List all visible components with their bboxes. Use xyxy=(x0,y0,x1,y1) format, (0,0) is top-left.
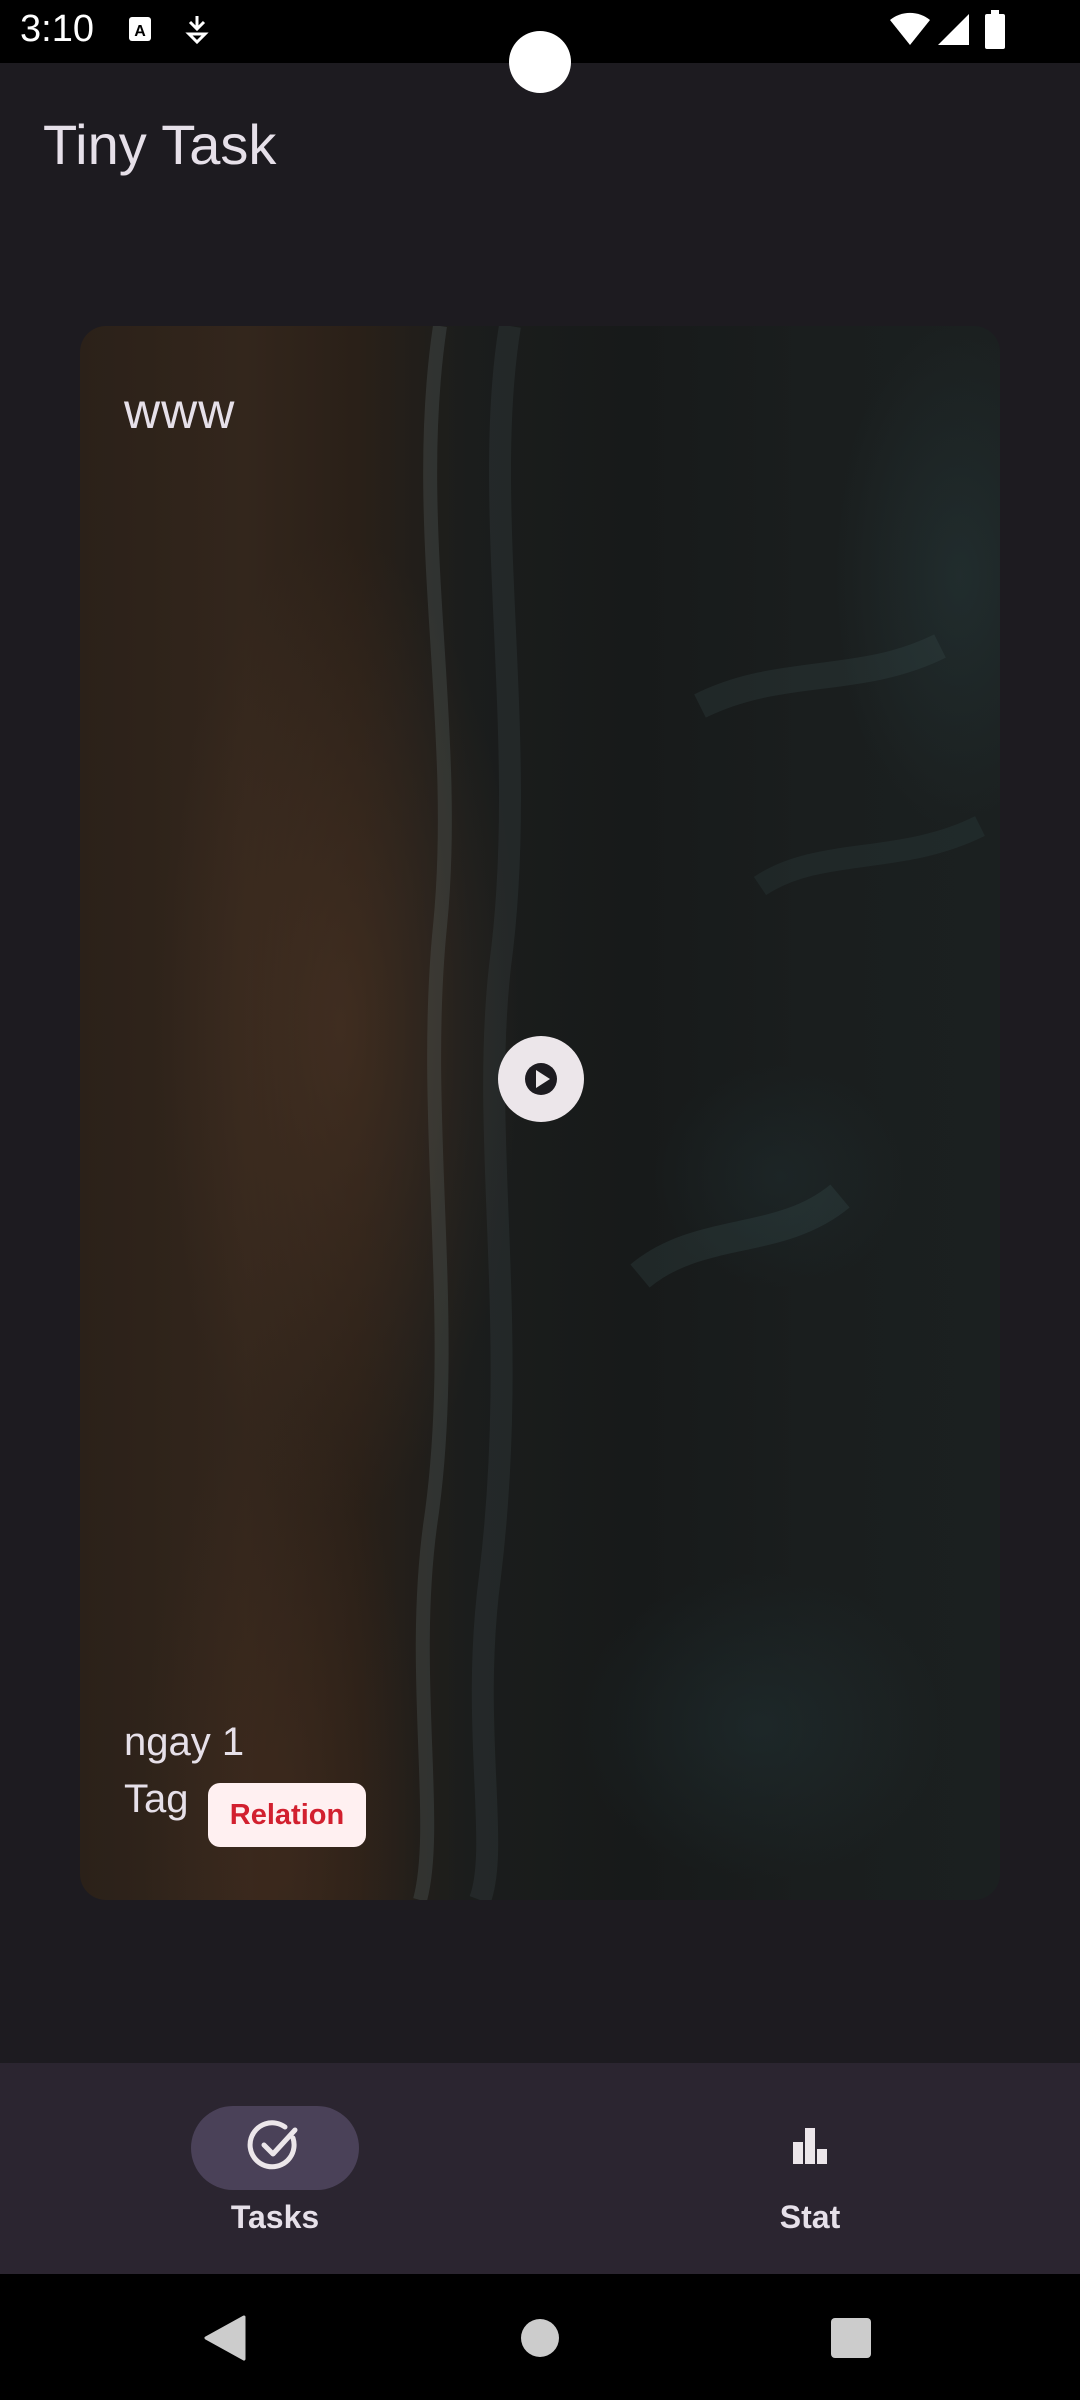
card-date: ngay 1 xyxy=(124,1720,245,1764)
nav-label-tasks: Tasks xyxy=(230,2199,320,2235)
nav-item-tasks[interactable]: Tasks xyxy=(0,2063,540,2274)
back-icon[interactable] xyxy=(202,2314,248,2362)
task-card[interactable]: www ngay 1 Tag Relation xyxy=(80,326,1000,1900)
home-icon[interactable] xyxy=(519,2317,561,2359)
play-button[interactable] xyxy=(498,1036,584,1122)
app-title: Tiny Task xyxy=(43,113,277,176)
nav-label-stat: Stat xyxy=(779,2199,841,2235)
signal-icon xyxy=(938,14,969,45)
play-icon xyxy=(525,1063,557,1095)
a-badge-icon: A xyxy=(129,17,151,41)
download-arrow-icon xyxy=(185,16,209,45)
wifi-icon xyxy=(890,12,930,46)
tag-label: Tag xyxy=(124,1777,189,1821)
battery-icon xyxy=(985,10,1005,49)
card-title: www xyxy=(124,383,236,439)
check-circle-icon xyxy=(247,2120,298,2170)
svg-text:A: A xyxy=(134,23,146,40)
tag-chip-relation[interactable]: Relation xyxy=(208,1783,366,1847)
bar-chart-icon xyxy=(793,2128,827,2164)
recents-icon[interactable] xyxy=(830,2317,872,2359)
nav-item-stat[interactable]: Stat xyxy=(540,2063,1080,2274)
system-navigation-bar xyxy=(0,2274,1080,2400)
camera-cutout xyxy=(509,31,571,93)
bottom-navigation: Tasks Stat xyxy=(0,2063,1080,2274)
status-time: 3:10 xyxy=(20,8,94,50)
